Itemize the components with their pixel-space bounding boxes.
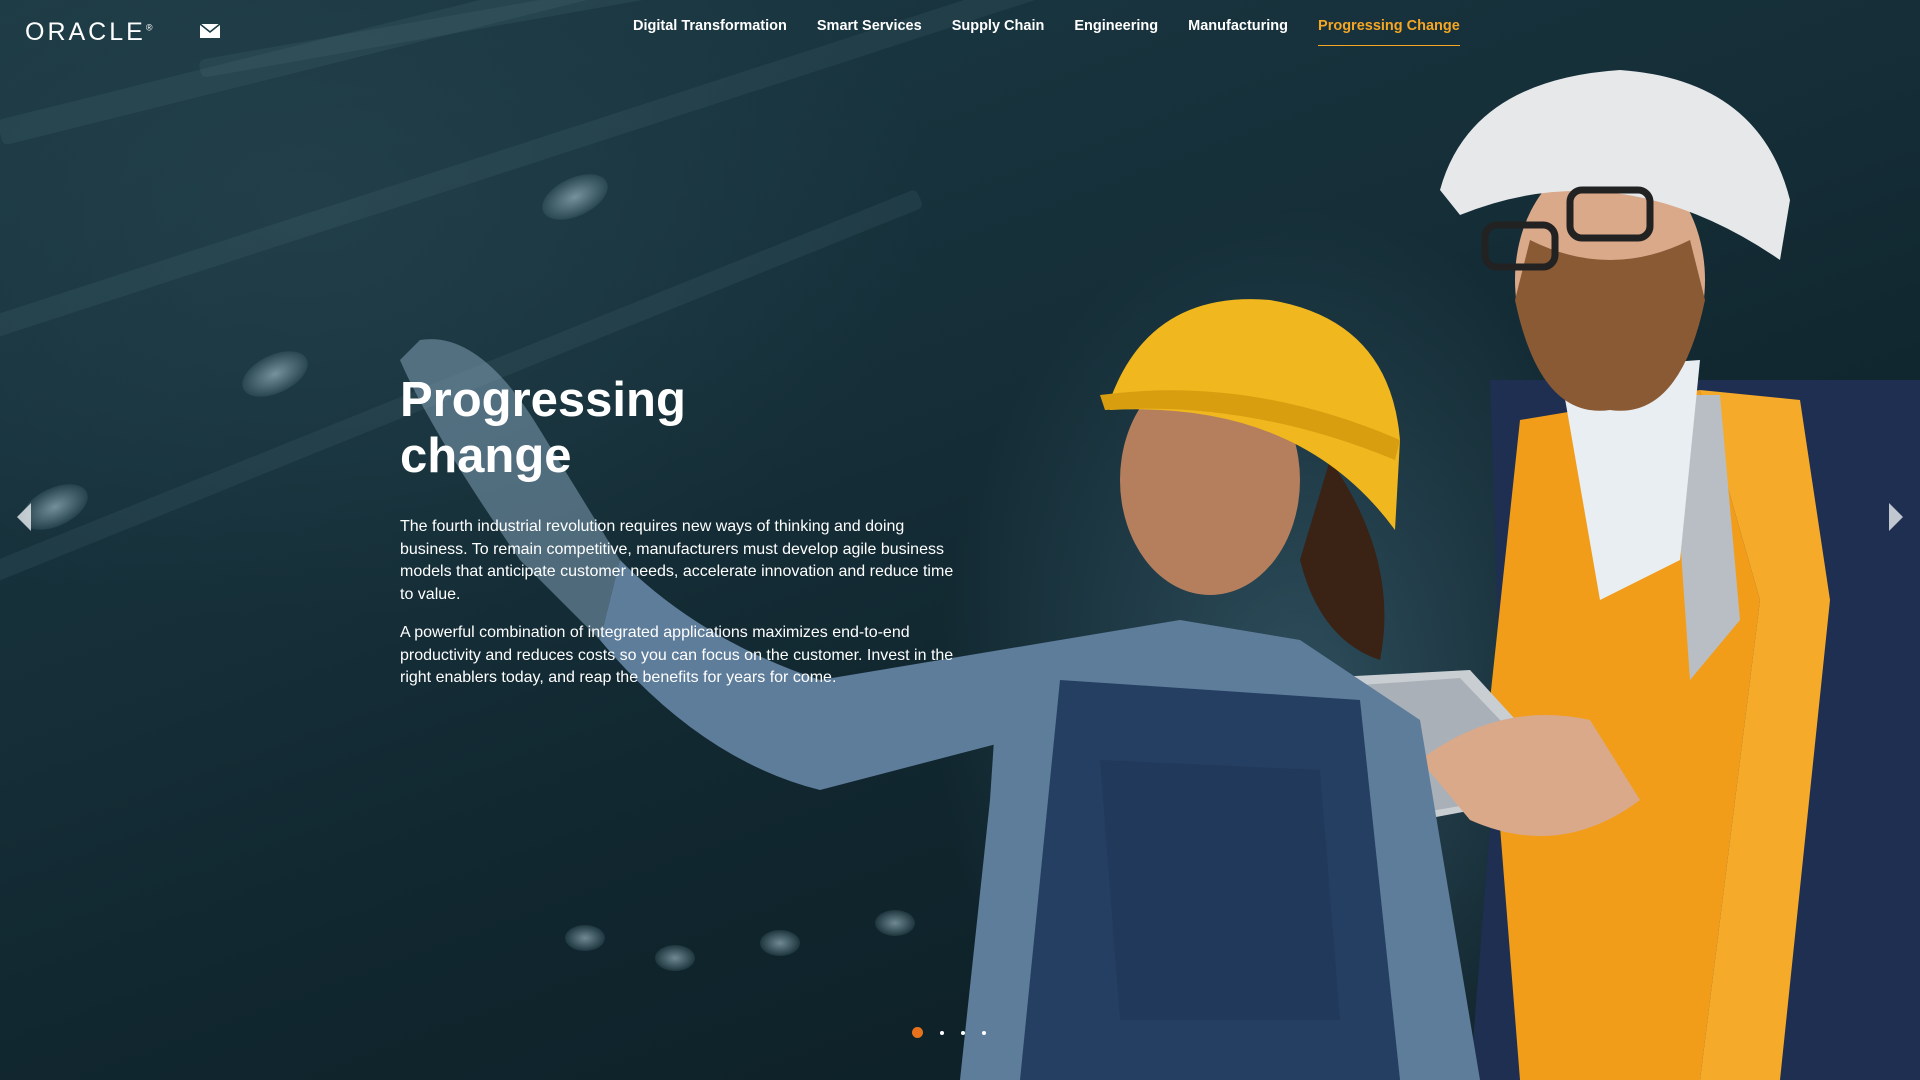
hero-title-line2: change xyxy=(400,429,572,483)
carousel-dot-3[interactable] xyxy=(961,1030,965,1035)
oracle-logo[interactable]: ORACLE® xyxy=(25,18,152,47)
chevron-right-icon xyxy=(1889,503,1903,531)
chevron-left-icon xyxy=(17,503,31,531)
carousel-dot-4[interactable] xyxy=(982,1030,986,1035)
logo-text: ORACLE xyxy=(25,18,146,46)
top-navigation-bar: ORACLE® Digital Transformation Smart Ser… xyxy=(0,0,1920,60)
mail-icon[interactable] xyxy=(199,23,221,38)
nav-item-supply-chain[interactable]: Supply Chain xyxy=(952,18,1045,46)
main-nav: Digital Transformation Smart Services Su… xyxy=(633,18,1490,46)
logo-registered-mark: ® xyxy=(145,22,153,33)
hero-section: ORACLE® Digital Transformation Smart Ser… xyxy=(0,0,1920,1080)
nav-item-engineering[interactable]: Engineering xyxy=(1074,18,1158,46)
hero-title-line1: Progressing xyxy=(400,373,686,427)
carousel-prev-button[interactable] xyxy=(12,500,36,534)
nav-item-smart-services[interactable]: Smart Services xyxy=(817,18,922,46)
hero-paragraph-2: A powerful combination of integrated app… xyxy=(400,624,954,686)
hero-title: Progressing change xyxy=(400,372,820,484)
nav-item-manufacturing[interactable]: Manufacturing xyxy=(1188,18,1288,46)
carousel-pagination xyxy=(912,1027,986,1038)
carousel-dot-2[interactable] xyxy=(940,1030,944,1035)
carousel-dot-1[interactable] xyxy=(912,1027,923,1038)
carousel-next-button[interactable] xyxy=(1884,500,1908,534)
hero-paragraph-1: The fourth industrial revolution require… xyxy=(400,518,954,603)
nav-item-progressing-change[interactable]: Progressing Change xyxy=(1318,18,1460,46)
nav-item-digital-transformation[interactable]: Digital Transformation xyxy=(633,18,787,46)
workers-illustration xyxy=(400,70,1920,1080)
